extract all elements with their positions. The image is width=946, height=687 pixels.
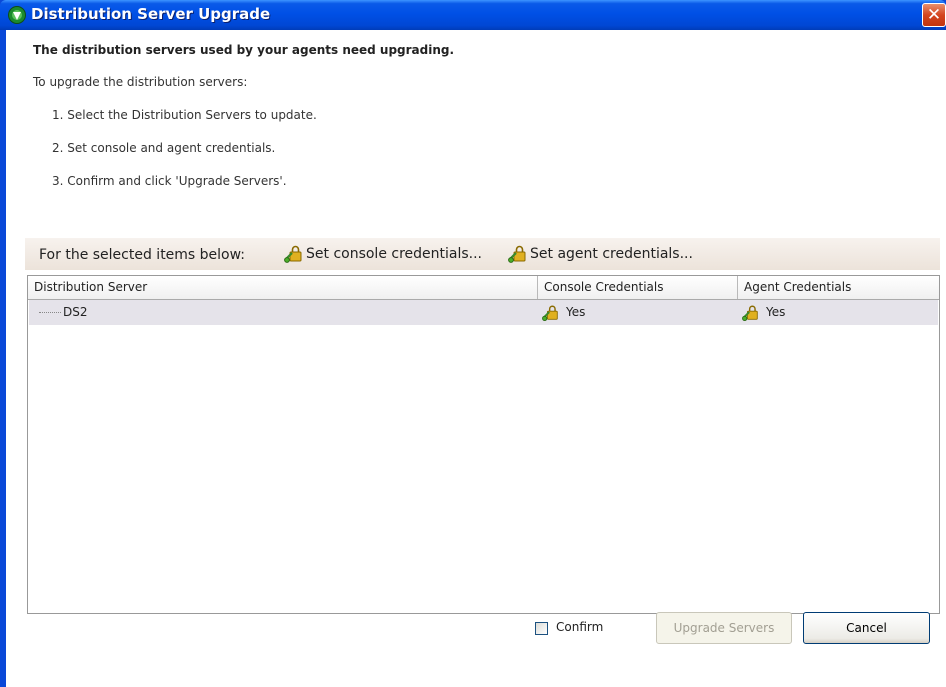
set-console-credentials-label: Set console credentials...	[306, 246, 483, 262]
column-header-distribution-server[interactable]: Distribution Server	[28, 276, 538, 299]
action-bar: For the selected items below: Set consol…	[25, 238, 940, 270]
intro-text: To upgrade the distribution servers:	[33, 75, 248, 89]
set-agent-credentials-link[interactable]: Set agent credentials...	[508, 244, 693, 264]
action-bar-label: For the selected items below:	[39, 247, 246, 263]
grid-header: Distribution Server Console Credentials …	[28, 276, 939, 300]
set-agent-credentials-label: Set agent credentials...	[530, 246, 693, 262]
cancel-button[interactable]: Cancel	[803, 612, 930, 644]
distribution-server-grid[interactable]: Distribution Server Console Credentials …	[27, 275, 940, 614]
upgrade-servers-button[interactable]: Upgrade Servers	[656, 612, 792, 644]
console-credentials-cell: Yes	[542, 300, 585, 325]
step-1: 1. Select the Distribution Servers to up…	[52, 108, 317, 122]
confirm-label[interactable]: Confirm	[556, 620, 603, 634]
server-name-cell: DS2	[63, 305, 88, 319]
heading-text: The distribution servers used by your ag…	[33, 43, 455, 57]
column-header-agent-credentials[interactable]: Agent Credentials	[738, 276, 939, 299]
step-3: 3. Confirm and click 'Upgrade Servers'.	[52, 174, 287, 188]
agent-credentials-value: Yes	[766, 305, 786, 319]
table-row[interactable]: DS2 Yes Yes	[29, 300, 938, 325]
tree-connector	[39, 312, 61, 313]
key-lock-icon	[542, 305, 558, 321]
console-credentials-value: Yes	[566, 305, 586, 319]
key-lock-icon	[508, 245, 526, 263]
step-2: 2. Set console and agent credentials.	[52, 141, 276, 155]
agent-credentials-cell: Yes	[742, 300, 785, 325]
key-lock-icon	[284, 245, 302, 263]
confirm-checkbox[interactable]	[535, 622, 548, 635]
dialog-window: Distribution Server Upgrade ✕ The distri…	[0, 0, 946, 687]
dialog-content: The distribution servers used by your ag…	[0, 0, 940, 657]
set-console-credentials-link[interactable]: Set console credentials...	[284, 244, 482, 264]
column-header-console-credentials[interactable]: Console Credentials	[538, 276, 738, 299]
key-lock-icon	[742, 305, 758, 321]
